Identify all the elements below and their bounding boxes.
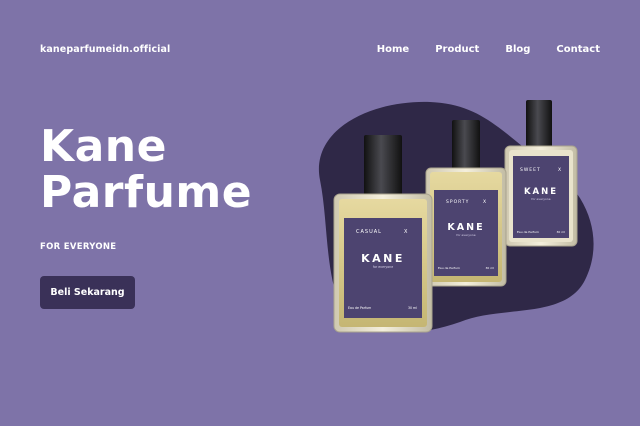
product-showcase: SWEET X KANE for everyone Eau de Parfum … (318, 100, 594, 333)
bottle-casual-type: Eau de Parfum (348, 306, 371, 310)
bottle-sweet-sub: for everyone (531, 197, 550, 201)
bottle-casual-variant: CASUAL (356, 229, 382, 235)
bottle-sweet-brand: KANE (524, 187, 558, 197)
main-nav: Home Product Blog Contact (377, 44, 600, 55)
nav-home[interactable]: Home (377, 44, 409, 55)
bottle-casual-volume: 30 ml (408, 306, 417, 310)
bottle-casual-brand: KANE (361, 252, 405, 265)
nav-contact[interactable]: Contact (556, 44, 600, 55)
bottle-sporty-type: Eau de Parfum (438, 266, 460, 270)
bottle-sporty-variant: SPORTY (446, 199, 469, 205)
bottle-sweet: SWEET X KANE for everyone Eau de Parfum … (504, 100, 578, 247)
nav-product[interactable]: Product (435, 44, 479, 55)
bottle-casual-mark: X (404, 229, 408, 235)
hero-title-line2: Parfume (40, 167, 253, 218)
hero-tagline: FOR EVERYONE (40, 242, 117, 252)
bottle-sweet-variant: SWEET (520, 167, 541, 173)
nav-blog[interactable]: Blog (505, 44, 530, 55)
bottle-sporty-volume: 30 ml (485, 266, 494, 270)
bottle-sporty-mark: X (483, 199, 486, 205)
bottle-sweet-volume: 30 ml (556, 230, 565, 234)
bottle-sweet-mark: X (558, 167, 561, 173)
bottle-sporty-brand: KANE (447, 222, 484, 233)
brand-logo-text[interactable]: kaneparfumeidn.official (40, 44, 170, 55)
hero-title-line1: Kane (40, 121, 167, 172)
bottle-sweet-type: Eau de Parfum (517, 230, 539, 234)
buy-now-button[interactable]: Beli Sekarang (40, 276, 135, 309)
bottle-sporty-sub: for everyone (456, 233, 475, 237)
hero-title: Kane Parfume (40, 124, 252, 216)
bottle-casual-sub: for everyone (373, 265, 393, 269)
